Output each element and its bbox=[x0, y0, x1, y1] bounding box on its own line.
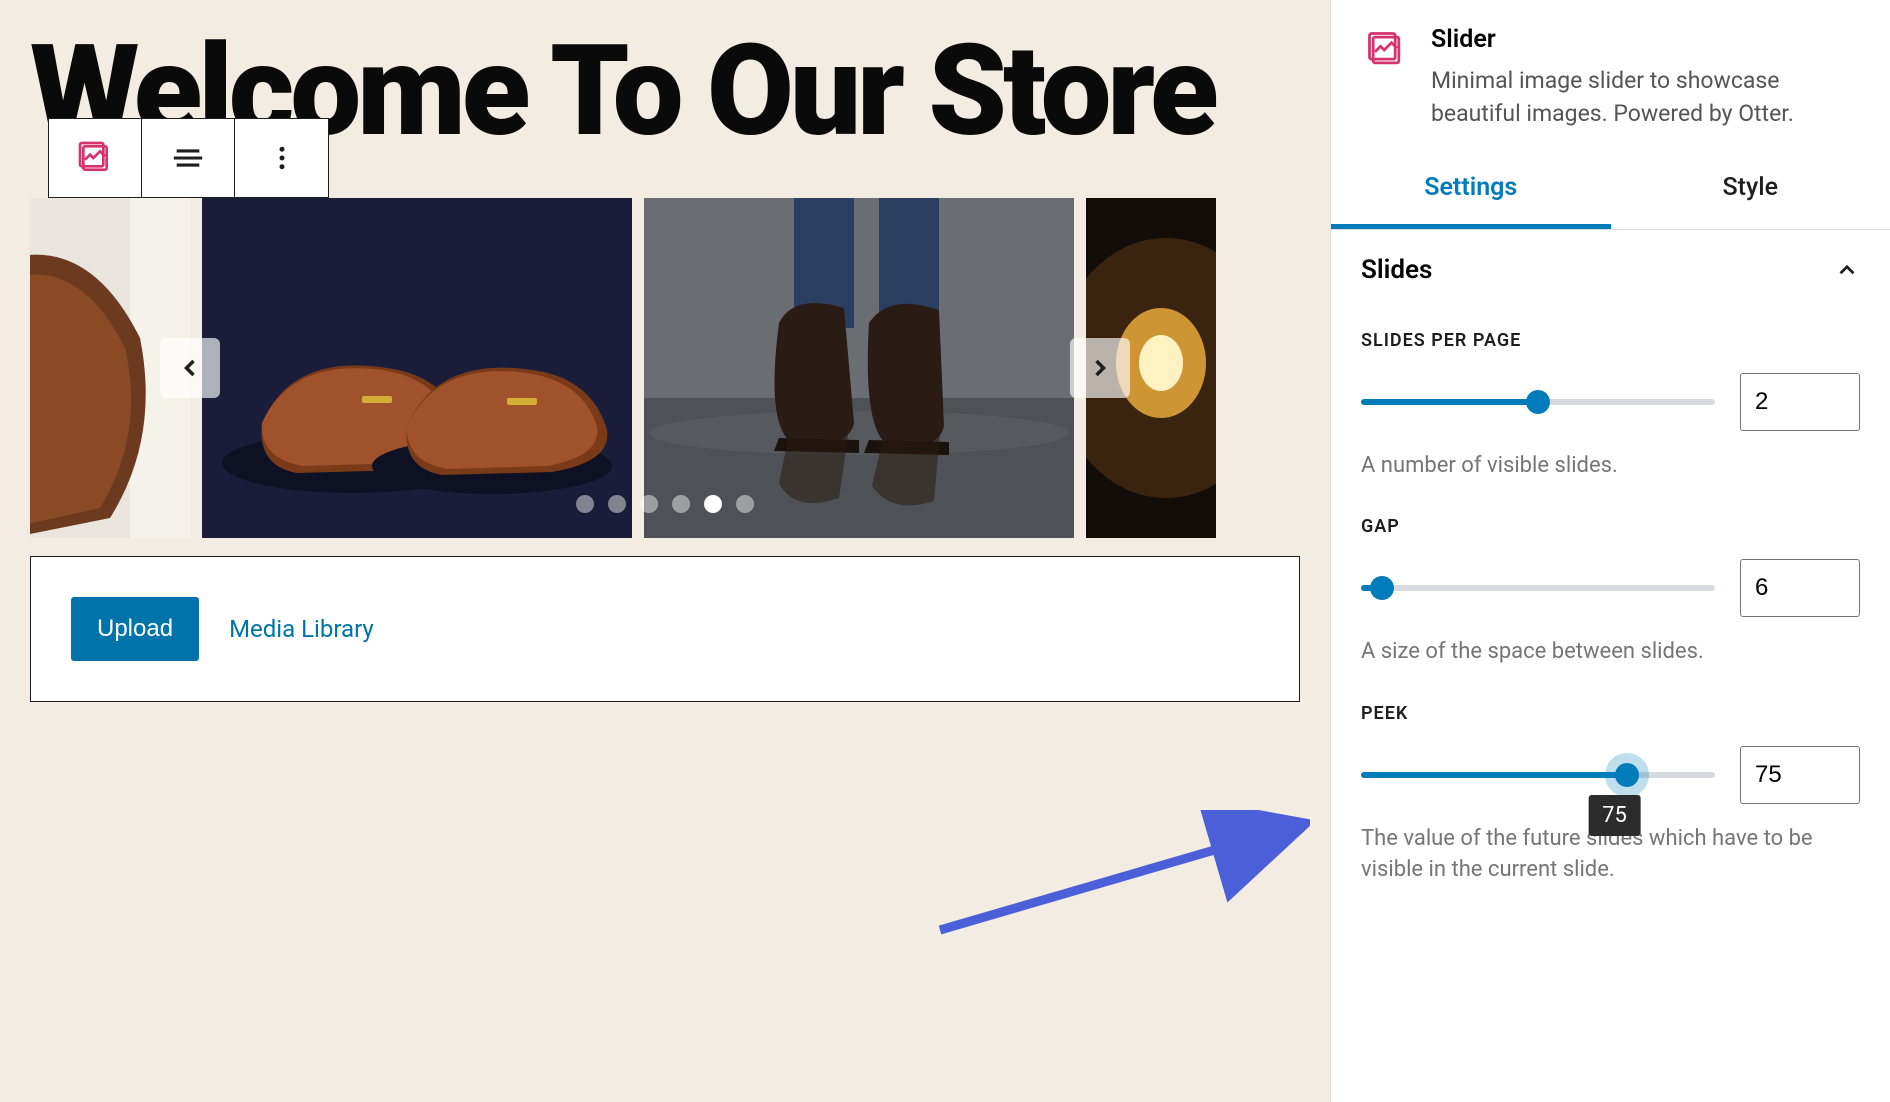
peek-input[interactable] bbox=[1740, 746, 1860, 804]
block-card: Slider Minimal image slider to showcase … bbox=[1331, 0, 1890, 151]
inspector-tabs: Settings Style bbox=[1331, 151, 1890, 230]
slides-per-page-slider[interactable] bbox=[1361, 390, 1715, 414]
slider-block-icon bbox=[1361, 25, 1411, 75]
control-help: A number of visible slides. bbox=[1361, 451, 1860, 482]
media-library-link[interactable]: Media Library bbox=[229, 615, 374, 643]
block-description: Minimal image slider to showcase beautif… bbox=[1431, 64, 1860, 131]
slider-prev-button[interactable] bbox=[160, 338, 220, 398]
control-peek: PEEK 75 The value of the future slides w… bbox=[1361, 703, 1860, 886]
slider-dot[interactable] bbox=[608, 495, 626, 513]
block-type-button[interactable] bbox=[49, 119, 142, 197]
upload-button[interactable]: Upload bbox=[71, 597, 199, 661]
slider-pagination[interactable] bbox=[576, 495, 754, 513]
gap-input[interactable] bbox=[1740, 559, 1860, 617]
inspector-sidebar: Slider Minimal image slider to showcase … bbox=[1330, 0, 1890, 1102]
peek-slider[interactable]: 75 bbox=[1361, 763, 1715, 787]
slide-2 bbox=[644, 198, 1074, 538]
control-gap: GAP A size of the space between slides. bbox=[1361, 516, 1860, 668]
align-button[interactable] bbox=[142, 119, 235, 197]
panel-slides: Slides SLIDES PER PAGE A number of visib… bbox=[1331, 230, 1890, 911]
tab-settings[interactable]: Settings bbox=[1331, 151, 1611, 229]
tab-style[interactable]: Style bbox=[1611, 151, 1890, 229]
slider-dot[interactable] bbox=[640, 495, 658, 513]
block-toolbar bbox=[48, 118, 329, 198]
slider-dot[interactable] bbox=[672, 495, 690, 513]
chevron-up-icon bbox=[1834, 257, 1860, 283]
control-help: A size of the space between slides. bbox=[1361, 637, 1860, 668]
slider-next-button[interactable] bbox=[1070, 338, 1130, 398]
media-placeholder: Upload Media Library bbox=[30, 556, 1300, 702]
slider-dot[interactable] bbox=[704, 495, 722, 513]
slider-dot[interactable] bbox=[736, 495, 754, 513]
slide-1 bbox=[202, 198, 632, 538]
control-label: GAP bbox=[1361, 516, 1860, 537]
slider-block[interactable] bbox=[30, 198, 1300, 538]
control-slides-per-page: SLIDES PER PAGE A number of visible slid… bbox=[1361, 330, 1860, 482]
block-title: Slider bbox=[1431, 25, 1860, 54]
control-label: PEEK bbox=[1361, 703, 1860, 724]
panel-title: Slides bbox=[1361, 255, 1432, 285]
slider-dot[interactable] bbox=[576, 495, 594, 513]
slider-tooltip: 75 bbox=[1588, 795, 1641, 836]
panel-toggle-slides[interactable]: Slides bbox=[1361, 255, 1860, 295]
editor-canvas: Welcome To Our Store bbox=[0, 0, 1330, 1102]
gap-slider[interactable] bbox=[1361, 576, 1715, 600]
control-label: SLIDES PER PAGE bbox=[1361, 330, 1860, 351]
annotation-arrow-icon bbox=[930, 810, 1310, 940]
slides-per-page-input[interactable] bbox=[1740, 373, 1860, 431]
more-options-button[interactable] bbox=[235, 119, 328, 197]
